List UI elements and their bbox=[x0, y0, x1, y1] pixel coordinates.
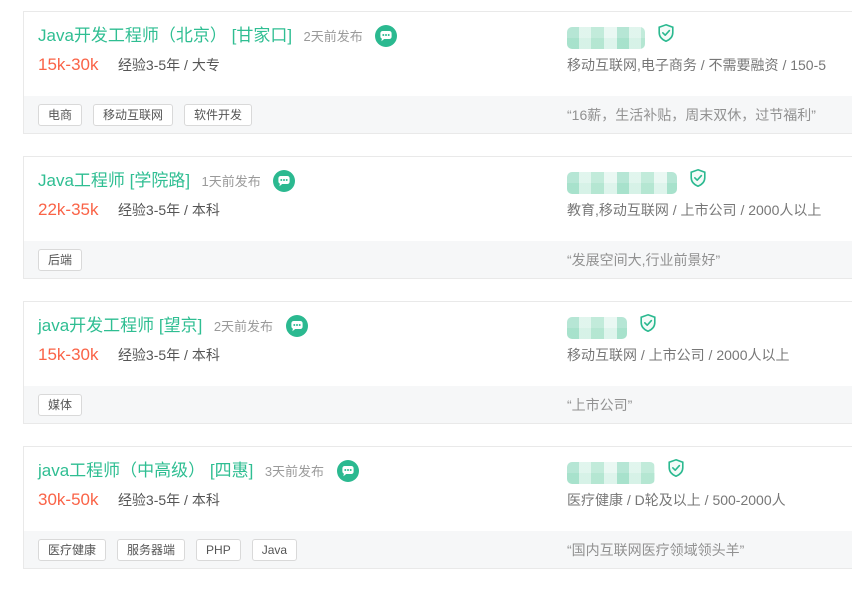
publish-time: 3天前发布 bbox=[264, 464, 325, 479]
job-info-column: Java工程师 [学院路] 1天前发布 22k-35k 经验3-5年 / 本科 bbox=[24, 157, 567, 241]
job-info-column: java工程师（中高级） [四惠] 3天前发布 30k-50k 经验3-5年 /… bbox=[24, 447, 567, 531]
job-info-column: java开发工程师 [望京] 2天前发布 15k-30k 经验3-5年 / 本科 bbox=[24, 302, 567, 386]
salary: 30k-50k bbox=[38, 490, 99, 509]
company-name-blurred bbox=[567, 171, 677, 194]
tag: 医疗健康 bbox=[38, 538, 107, 561]
tag: PHP bbox=[196, 538, 241, 561]
company-quote: “国内互联网医疗领域领头羊” bbox=[567, 541, 745, 558]
salary: 15k-30k bbox=[38, 55, 99, 74]
publish-time: 1天前发布 bbox=[201, 174, 261, 189]
tag: 软件开发 bbox=[184, 103, 253, 126]
experience-education: 经验3-5年 / 大专 bbox=[117, 57, 220, 73]
company-column: 移动互联网 / 上市公司 / 2000人以上 bbox=[567, 302, 852, 386]
tag: 电商 bbox=[38, 103, 83, 126]
job-title-link[interactable]: Java开发工程师（北京） [甘家口] bbox=[38, 26, 292, 45]
verified-shield-icon bbox=[666, 458, 686, 487]
job-card[interactable]: java开发工程师 [望京] 2天前发布 15k-30k 经验3-5年 / 本科 bbox=[23, 301, 852, 424]
tag: 媒体 bbox=[38, 393, 83, 416]
job-title-link[interactable]: Java工程师 [学院路] bbox=[38, 171, 190, 190]
verified-shield-icon bbox=[638, 313, 658, 342]
verified-shield-icon bbox=[656, 23, 676, 52]
company-column: 教育,移动互联网 / 上市公司 / 2000人以上 bbox=[567, 157, 852, 241]
tag-list: 后端 bbox=[24, 248, 567, 271]
company-name-blurred bbox=[567, 316, 627, 339]
chat-bubble-icon[interactable] bbox=[336, 460, 359, 491]
job-list: Java开发工程师（北京） [甘家口] 2天前发布 15k-30k 经验3-5年… bbox=[23, 11, 852, 591]
salary: 15k-30k bbox=[38, 345, 99, 364]
job-card[interactable]: Java开发工程师（北京） [甘家口] 2天前发布 15k-30k 经验3-5年… bbox=[23, 11, 852, 134]
verified-shield-icon bbox=[688, 168, 708, 197]
job-card[interactable]: Java工程师 [学院路] 1天前发布 22k-35k 经验3-5年 / 本科 bbox=[23, 156, 852, 279]
company-info: 移动互联网,电子商务 / 不需要融资 / 150-5 bbox=[567, 57, 827, 73]
company-quote: “上市公司” bbox=[567, 396, 633, 413]
job-card-main: Java工程师 [学院路] 1天前发布 22k-35k 经验3-5年 / 本科 bbox=[24, 157, 852, 241]
company-info: 教育,移动互联网 / 上市公司 / 2000人以上 bbox=[567, 202, 822, 218]
job-card-footer: 后端 “发展空间大,行业前景好” bbox=[24, 241, 852, 278]
experience-education: 经验3-5年 / 本科 bbox=[117, 492, 220, 508]
company-info: 移动互联网 / 上市公司 / 2000人以上 bbox=[567, 347, 790, 363]
job-title-link[interactable]: java工程师（中高级） [四惠] bbox=[38, 461, 253, 480]
salary: 22k-35k bbox=[38, 200, 99, 219]
job-card-main: java开发工程师 [望京] 2天前发布 15k-30k 经验3-5年 / 本科 bbox=[24, 302, 852, 386]
job-card-footer: 医疗健康 服务器端 PHP Java “国内互联网医疗领域领头羊” bbox=[24, 531, 852, 568]
job-card[interactable]: java工程师（中高级） [四惠] 3天前发布 30k-50k 经验3-5年 /… bbox=[23, 446, 852, 569]
tag: 移动互联网 bbox=[93, 103, 174, 126]
experience-education: 经验3-5年 / 本科 bbox=[117, 202, 220, 218]
company-name-blurred bbox=[567, 461, 655, 484]
job-card-main: java工程师（中高级） [四惠] 3天前发布 30k-50k 经验3-5年 /… bbox=[24, 447, 852, 531]
publish-time: 2天前发布 bbox=[303, 29, 363, 44]
chat-bubble-icon[interactable] bbox=[375, 25, 398, 56]
job-info-column: Java开发工程师（北京） [甘家口] 2天前发布 15k-30k 经验3-5年… bbox=[24, 12, 567, 96]
tag: Java bbox=[251, 538, 298, 561]
publish-time: 2天前发布 bbox=[213, 319, 274, 334]
job-card-footer: 电商 移动互联网 软件开发 “16薪，生活补贴，周末双休，过节福利” bbox=[24, 96, 852, 133]
tag-list: 电商 移动互联网 软件开发 bbox=[24, 103, 567, 126]
chat-bubble-icon[interactable] bbox=[273, 170, 296, 201]
company-info: 医疗健康 / D轮及以上 / 500-2000人 bbox=[567, 492, 786, 508]
tag: 服务器端 bbox=[117, 538, 186, 561]
company-column: 移动互联网,电子商务 / 不需要融资 / 150-5 bbox=[567, 12, 852, 96]
job-title-link[interactable]: java开发工程师 [望京] bbox=[38, 316, 202, 335]
chat-bubble-icon[interactable] bbox=[285, 315, 308, 346]
company-name-blurred bbox=[567, 26, 645, 49]
company-quote: “发展空间大,行业前景好” bbox=[567, 251, 721, 268]
tag: 后端 bbox=[38, 248, 83, 271]
company-column: 医疗健康 / D轮及以上 / 500-2000人 bbox=[567, 447, 852, 531]
job-card-footer: 媒体 “上市公司” bbox=[24, 386, 852, 423]
tag-list: 医疗健康 服务器端 PHP Java bbox=[24, 538, 567, 561]
job-card-main: Java开发工程师（北京） [甘家口] 2天前发布 15k-30k 经验3-5年… bbox=[24, 12, 852, 96]
experience-education: 经验3-5年 / 本科 bbox=[117, 347, 220, 363]
company-quote: “16薪，生活补贴，周末双休，过节福利” bbox=[567, 106, 816, 123]
tag-list: 媒体 bbox=[24, 393, 567, 416]
